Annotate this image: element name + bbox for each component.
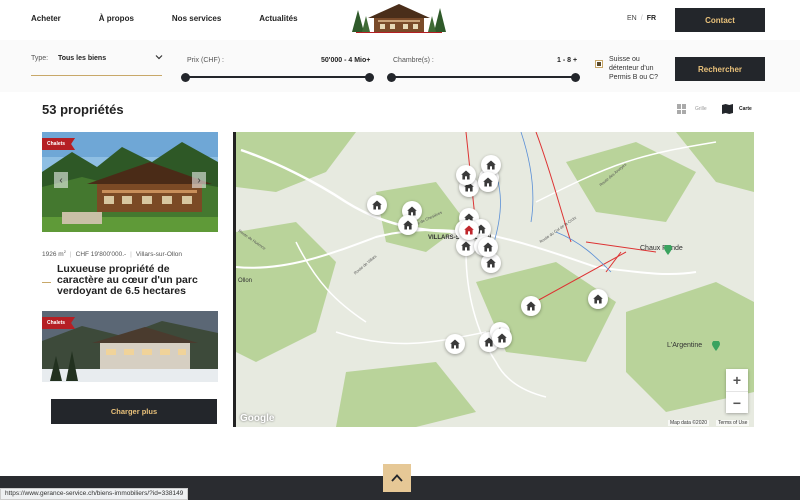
rooms-slider[interactable] xyxy=(387,72,580,82)
nav-a-propos[interactable]: À propos xyxy=(99,14,134,23)
language-switcher: EN / FR xyxy=(627,15,657,22)
nav-nos-services[interactable]: Nos services xyxy=(172,14,221,23)
price-value: 50'000 - 4 Mio+ xyxy=(321,57,371,64)
house-pin-icon[interactable] xyxy=(521,296,541,316)
price-slider[interactable] xyxy=(181,72,374,82)
category-ribbon: Chalets xyxy=(42,138,76,150)
main-nav: Acheter À propos Nos services Actualités xyxy=(31,14,336,23)
lang-fr[interactable]: FR xyxy=(647,15,656,22)
search-filters: Type: Tous les biens Prix (CHF) : 50'000… xyxy=(0,40,800,92)
map-view-label[interactable]: Carte xyxy=(739,106,752,112)
title-dash xyxy=(42,282,51,283)
map-label-ollon: Ollon xyxy=(238,278,253,284)
google-logo: Google xyxy=(240,413,275,424)
chevron-down-icon[interactable] xyxy=(155,53,163,63)
map-label-chaux-ronde: Chaux Ronde xyxy=(640,245,683,252)
map-data-attribution: Map data ©2020 xyxy=(668,420,710,426)
type-underline xyxy=(31,75,162,76)
house-pin-icon[interactable] xyxy=(478,237,498,257)
rooms-min-handle[interactable] xyxy=(387,72,396,82)
site-logo[interactable] xyxy=(348,2,450,40)
map-view-icon[interactable] xyxy=(722,104,733,114)
back-to-top-button[interactable] xyxy=(383,464,411,492)
nav-actualites[interactable]: Actualités xyxy=(259,14,297,23)
results-count: 53 propriétés xyxy=(42,102,124,117)
zoom-out-button[interactable]: − xyxy=(726,391,748,413)
price-label: Prix (CHF) : xyxy=(187,57,224,64)
house-pin-active-icon[interactable] xyxy=(459,220,479,240)
grid-view-icon[interactable] xyxy=(677,104,687,114)
type-select[interactable]: Tous les biens xyxy=(58,55,106,62)
grid-view-label[interactable]: Grille xyxy=(695,106,707,112)
zoom-in-button[interactable]: + xyxy=(726,369,748,391)
price-max-handle[interactable] xyxy=(365,72,374,82)
properties-map[interactable]: VILLARS-SUR-OLLON Ollon Chaux Ronde L'Ar… xyxy=(233,132,754,427)
search-button[interactable]: Rechercher xyxy=(675,57,765,81)
poi-marker-icon xyxy=(664,245,672,255)
map-zoom-control: + − xyxy=(726,369,748,413)
property-price: CHF 19'800'000.- xyxy=(75,251,127,259)
site-header: Acheter À propos Nos services Actualités… xyxy=(0,0,800,40)
load-more-button[interactable]: Charger plus xyxy=(51,399,217,424)
type-label: Type: xyxy=(31,55,49,62)
arrow-right-icon[interactable]: › xyxy=(192,172,206,188)
house-pin-icon[interactable] xyxy=(445,334,465,354)
property-title[interactable]: Luxueuse propriété de caractère au cœur … xyxy=(57,264,217,297)
permit-label: Suisse ou détenteur d'un Permis B ou C? xyxy=(609,56,659,81)
property-area: 1926 m xyxy=(42,251,64,259)
rooms-label: Chambre(s) : xyxy=(393,57,434,64)
house-pin-icon[interactable] xyxy=(456,165,476,185)
property-card-image-2[interactable]: Chalets xyxy=(42,311,218,382)
price-min-handle[interactable] xyxy=(181,72,190,82)
poi-marker-icon xyxy=(712,341,720,351)
house-pin-icon[interactable] xyxy=(367,195,387,215)
arrow-left-icon[interactable]: ‹ xyxy=(54,172,68,188)
nav-acheter[interactable]: Acheter xyxy=(31,14,61,23)
permit-checkbox[interactable] xyxy=(595,60,603,68)
house-pin-icon[interactable] xyxy=(478,172,498,192)
category-ribbon-2: Chalets xyxy=(42,317,76,329)
house-pin-icon[interactable] xyxy=(588,289,608,309)
property-meta: 1926 m2 | CHF 19'800'000.- | Villars-sur-Oll… xyxy=(42,249,182,259)
browser-status-url: https://www.gerance-service.ch/biens-imm… xyxy=(0,488,189,500)
rooms-max-handle[interactable] xyxy=(571,72,580,82)
lang-en[interactable]: EN xyxy=(627,15,637,22)
rooms-value: 1 - 8 + xyxy=(557,57,578,64)
property-card-image[interactable]: Chalets ‹ › xyxy=(42,132,218,232)
property-location: Villars-sur-Ollon xyxy=(135,251,182,259)
contact-button[interactable]: Contact xyxy=(675,8,765,32)
map-terms-link[interactable]: Terms of Use xyxy=(716,420,750,426)
house-pin-icon[interactable] xyxy=(398,215,418,235)
house-pin-icon[interactable] xyxy=(492,328,512,348)
area-unit-sup: 2 xyxy=(63,249,66,254)
map-label-argentine: L'Argentine xyxy=(667,342,703,349)
arrow-up-icon xyxy=(391,474,403,482)
